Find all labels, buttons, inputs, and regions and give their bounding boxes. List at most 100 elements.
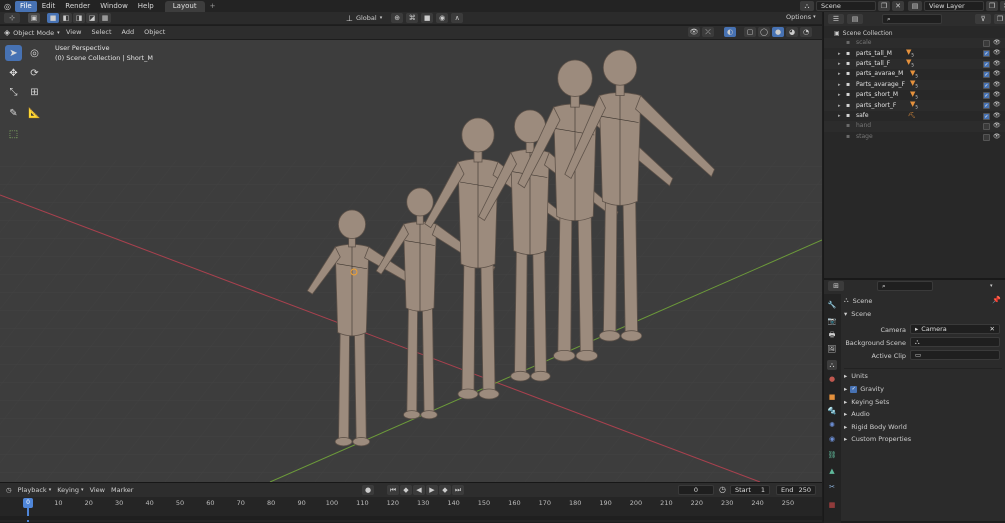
background-scene-field[interactable]: ⛬ [910, 337, 1000, 347]
modifier-tab-icon[interactable]: 🔩 [827, 406, 837, 416]
data-tab-icon[interactable]: ▲ [827, 466, 837, 476]
copy-view-layer-icon[interactable]: ❐ [986, 1, 998, 11]
properties-editor-icon[interactable]: ⊞ [828, 281, 844, 291]
rotate-tool-icon[interactable]: ⟳ [26, 65, 43, 81]
outliner-editor-icon[interactable]: ☰ [828, 14, 844, 24]
scale-tool-icon[interactable]: ⤡ [5, 84, 22, 100]
outliner-item-label[interactable]: parts_short_F [856, 101, 904, 111]
outliner-item-label[interactable]: Parts_avarage_F [856, 80, 905, 90]
outliner-item-label[interactable]: parts_tall_M [856, 49, 904, 59]
outliner-item-label[interactable]: scale [856, 38, 904, 48]
close-icon[interactable]: ✕ [990, 325, 995, 333]
gravity-checkbox[interactable]: ✓ [850, 385, 858, 393]
expand-arrow-icon[interactable]: ▸ [838, 49, 846, 59]
menu-view[interactable]: View [66, 28, 81, 36]
eye-icon[interactable]: 👁 [993, 48, 1001, 58]
render-tab-icon[interactable]: 📷 [827, 316, 837, 326]
pin-icon[interactable]: 📌 [992, 296, 1001, 304]
scene-collection-label[interactable]: Scene Collection [843, 30, 893, 37]
expand-arrow-icon[interactable]: ▸ [838, 69, 846, 79]
eye-icon[interactable]: 👁 [993, 111, 1001, 121]
expand-arrow-icon[interactable]: ▸ [838, 59, 846, 69]
active-clip-field[interactable]: ▭ [910, 350, 1000, 360]
shading-wireframe-icon[interactable]: ◯ [758, 27, 770, 37]
menu-render[interactable]: Render [60, 1, 95, 12]
playhead[interactable]: 0 [23, 498, 33, 508]
transform-tool-icon[interactable]: ⊞ [26, 84, 43, 100]
snap-icon[interactable]: ⌘ [406, 13, 419, 23]
eye-icon[interactable]: 👁 [993, 80, 1001, 90]
exclude-checkbox[interactable]: ✓ [983, 60, 990, 68]
annotate-tool-icon[interactable]: ✎ [5, 105, 22, 121]
properties-search-input[interactable]: ⌕ [877, 281, 933, 291]
view-object-types-icon[interactable]: 👁 [688, 27, 700, 37]
pivot-point-icon[interactable]: ⊕ [391, 13, 404, 23]
add-workspace-button[interactable]: + [205, 1, 221, 12]
exclude-checkbox[interactable]: ✓ [983, 92, 990, 99]
collapsed-arrow-icon[interactable]: ▸ [844, 423, 847, 431]
eye-icon[interactable]: 👁 [993, 69, 1001, 79]
camera-field[interactable]: ▸ Camera ✕ [910, 324, 1000, 334]
menu-edit[interactable]: Edit [37, 1, 61, 12]
menu-help[interactable]: Help [133, 1, 159, 12]
shading-material-icon[interactable]: ◕ [786, 27, 798, 37]
expand-arrow-icon[interactable]: ▸ [838, 80, 846, 90]
options-dropdown[interactable]: Options [786, 13, 811, 21]
collapsed-arrow-icon[interactable]: ▸ [844, 385, 847, 393]
select-mode-intersect-icon[interactable]: ▦ [99, 13, 111, 23]
units-section[interactable]: Units [851, 372, 868, 380]
exclude-checkbox[interactable] [983, 133, 990, 141]
audio-section[interactable]: Audio [851, 410, 869, 418]
menu-object[interactable]: Object [144, 28, 165, 36]
transform-orientation-dropdown[interactable]: Global [356, 14, 377, 22]
eye-icon[interactable]: 👁 [993, 121, 1001, 131]
material-tab-icon[interactable]: ✂ [827, 482, 837, 492]
overlays-icon[interactable]: ◐ [724, 27, 736, 37]
blender-logo-icon[interactable]: ◎ [0, 1, 15, 12]
eye-icon[interactable]: 👁 [993, 90, 1001, 100]
collapsed-arrow-icon[interactable]: ▸ [844, 410, 847, 418]
collapsed-arrow-icon[interactable]: ▸ [844, 372, 847, 380]
outliner-item-label[interactable]: parts_avarae_M [856, 69, 904, 79]
object-mode-dropdown[interactable]: Object Mode [13, 29, 54, 37]
outliner-row[interactable]: ▪ scale 👁 [824, 38, 1005, 49]
outliner-row[interactable]: ▸ ▪ parts_tall_M ▼5 ✓ 👁 [824, 48, 1005, 59]
outliner-row[interactable]: ▪ hand 👁 [824, 121, 1005, 132]
eye-icon[interactable]: 👁 [993, 59, 1001, 69]
collapsed-arrow-icon[interactable]: ▸ [844, 435, 847, 443]
select-mode-extend-icon[interactable]: ◧ [60, 13, 72, 23]
texture-tab-icon[interactable]: ▦ [827, 500, 837, 510]
custom-properties-section[interactable]: Custom Properties [851, 435, 911, 443]
close-icon[interactable]: ✕ [1000, 1, 1005, 11]
measure-tool-icon[interactable]: 📐 [26, 105, 43, 121]
shading-solid-icon[interactable]: ● [772, 27, 784, 37]
tool-tab-icon[interactable]: 🔧 [827, 300, 837, 310]
exclude-checkbox[interactable]: ✓ [983, 112, 990, 120]
select-mode-set-icon[interactable]: ■ [47, 13, 59, 23]
scene-tab-icon[interactable]: ⛬ [827, 360, 837, 370]
menu-add[interactable]: Add [122, 28, 135, 36]
scene-panel-title[interactable]: Scene [851, 310, 871, 318]
outliner-item-label[interactable]: stage [856, 132, 904, 142]
close-icon[interactable]: ✕ [892, 1, 904, 11]
exclude-checkbox[interactable] [983, 123, 990, 131]
exclude-checkbox[interactable]: ✓ [983, 50, 990, 58]
expand-arrow-icon[interactable]: ▸ [838, 101, 846, 111]
physics-tab-icon[interactable]: ◉ [827, 434, 837, 444]
3d-viewport[interactable]: User Perspective (0) Scene Collection | … [0, 40, 822, 482]
exclude-checkbox[interactable]: ✓ [983, 71, 990, 79]
workspace-tab-layout[interactable]: Layout [164, 0, 205, 12]
exclude-checkbox[interactable]: ✓ [983, 102, 990, 110]
outliner-item-label[interactable]: hand [856, 121, 904, 131]
gizmo-icon[interactable]: ⤫ [702, 27, 714, 37]
editor-type-icon[interactable]: ⊹ [4, 13, 20, 23]
copy-scene-icon[interactable]: ❐ [878, 1, 890, 11]
outliner-row[interactable]: ▸ ▪ safe ⛏ ✓ 👁 [824, 110, 1005, 122]
gravity-section[interactable]: Gravity [860, 385, 884, 393]
rigid-body-world-section[interactable]: Rigid Body World [851, 423, 907, 431]
keying-sets-section[interactable]: Keying Sets [851, 398, 889, 406]
eye-icon[interactable]: 👁 [993, 38, 1001, 48]
view-layer-tab-icon[interactable]: 🖼 [827, 344, 837, 354]
expand-arrow-icon[interactable]: ▸ [838, 90, 846, 100]
exclude-checkbox[interactable] [983, 40, 990, 47]
